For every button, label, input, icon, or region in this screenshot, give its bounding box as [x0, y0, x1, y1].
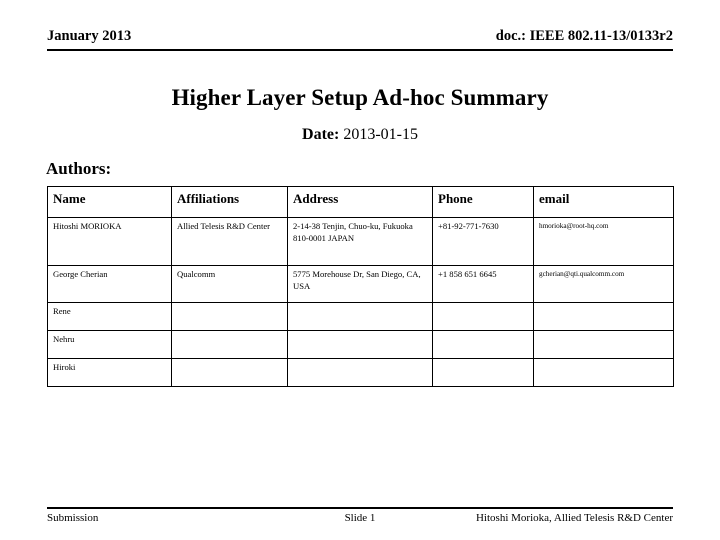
header-divider	[47, 49, 673, 51]
cell-affiliation	[171, 302, 288, 331]
table-header-row: Name Affiliations Address Phone email	[47, 186, 674, 218]
column-header-email: email	[533, 186, 674, 218]
cell-phone	[432, 302, 534, 331]
column-header-affiliations: Affiliations	[171, 186, 288, 218]
authors-table: Name Affiliations Address Phone email Hi…	[47, 186, 674, 387]
cell-name: Hiroki	[47, 358, 172, 387]
cell-name: Hitoshi MORIOKA	[47, 217, 172, 266]
column-header-address: Address	[287, 186, 433, 218]
column-header-phone: Phone	[432, 186, 534, 218]
footer-divider	[47, 507, 673, 509]
cell-email	[533, 358, 674, 387]
date-label: Date:	[302, 126, 340, 143]
table-row: Nehru	[47, 330, 674, 359]
slide-canvas: January 2013 doc.: IEEE 802.11-13/0133r2…	[0, 0, 720, 540]
cell-phone	[432, 358, 534, 387]
header-doc-number: doc.: IEEE 802.11-13/0133r2	[495, 28, 673, 44]
footer-author: Hitoshi Morioka, Allied Telesis R&D Cent…	[475, 512, 673, 524]
cell-name: George Cherian	[47, 265, 172, 303]
cell-name: Nehru	[47, 330, 172, 359]
cell-phone: +1 858 651 6645	[432, 265, 534, 303]
cell-affiliation	[171, 330, 288, 359]
cell-address	[287, 302, 433, 331]
slide-date: Date: 2013-01-15	[47, 125, 673, 145]
table-row: George Cherian Qualcomm 5775 Morehouse D…	[47, 265, 674, 303]
table-row: Hitoshi MORIOKA Allied Telesis R&D Cente…	[47, 217, 674, 266]
table-row: Rene	[47, 302, 674, 331]
authors-heading: Authors:	[46, 159, 112, 178]
header-date: January 2013	[47, 28, 132, 44]
date-value: 2013-01-15	[343, 126, 418, 143]
cell-affiliation	[171, 358, 288, 387]
cell-address	[287, 358, 433, 387]
cell-affiliation: Allied Telesis R&D Center	[171, 217, 288, 266]
cell-address: 5775 Morehouse Dr, San Diego, CA, USA	[287, 265, 433, 303]
document-header: January 2013 doc.: IEEE 802.11-13/0133r2	[47, 27, 673, 45]
cell-address: 2-14-38 Tenjin, Chuo-ku, Fukuoka 810-000…	[287, 217, 433, 266]
cell-affiliation: Qualcomm	[171, 265, 288, 303]
column-header-name: Name	[47, 186, 172, 218]
cell-address	[287, 330, 433, 359]
cell-email	[533, 302, 674, 331]
table-row: Hiroki	[47, 358, 674, 387]
cell-phone	[432, 330, 534, 359]
cell-email: hmorioka@root-hq.com	[533, 217, 674, 266]
cell-email	[533, 330, 674, 359]
cell-email: gcherian@qti.qualcomm.com	[533, 265, 674, 303]
cell-name: Rene	[47, 302, 172, 331]
page-title: Higher Layer Setup Ad-hoc Summary	[171, 85, 549, 110]
cell-phone: +81-92-771-7630	[432, 217, 534, 266]
